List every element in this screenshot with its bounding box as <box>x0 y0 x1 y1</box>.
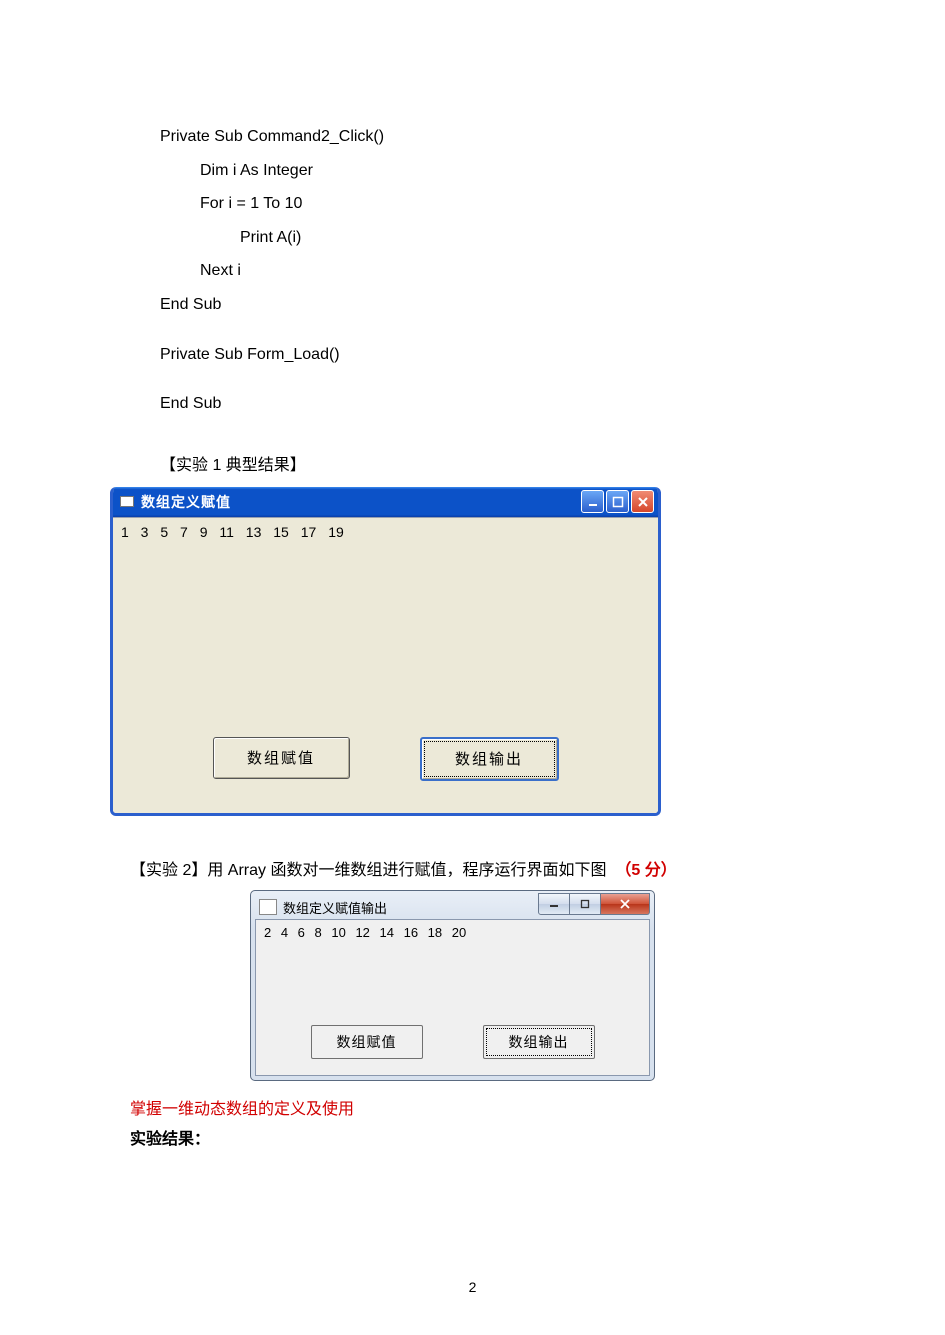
section-1-label: 【实验 1 典型结果】 <box>160 451 845 475</box>
window-title: 数组定义赋值输出 <box>283 898 538 917</box>
close-button[interactable] <box>601 893 650 915</box>
code-line: Next i <box>160 254 845 288</box>
caption-text: 【实验 2】用 Array 函数对一维数组进行赋值，程序运行界面如下图 <box>130 862 606 879</box>
output-text: 2 4 6 8 10 12 14 16 18 20 <box>264 925 466 940</box>
maximize-button[interactable] <box>570 893 601 915</box>
maximize-button[interactable] <box>606 490 629 513</box>
output-text: 1 3 5 7 9 11 13 15 17 19 <box>121 524 344 540</box>
code-line: Dim i As Integer <box>160 154 845 188</box>
experiment-2-caption: 【实验 2】用 Array 函数对一维数组进行赋值，程序运行界面如下图 （5 分… <box>130 856 845 880</box>
assign-button[interactable]: 数组赋值 <box>213 737 350 779</box>
xp-titlebar[interactable]: 数组定义赋值 <box>113 487 658 517</box>
button-label: 数组赋值 <box>247 747 315 768</box>
red-note: 掌握一维动态数组的定义及使用 <box>130 1095 845 1119</box>
button-label: 数组输出 <box>455 748 523 769</box>
app-icon <box>119 495 135 509</box>
result-label: 实验结果： <box>130 1125 845 1149</box>
code-line: End Sub <box>160 288 845 322</box>
code-line: Private Sub Command2_Click() <box>160 120 845 154</box>
window-7: 数组定义赋值输出 2 4 6 8 10 12 14 16 18 20 数组赋值 <box>250 890 655 1081</box>
code-block: Private Sub Command2_Click() Dim i As In… <box>160 120 845 421</box>
code-line: Print A(i) <box>160 221 845 255</box>
minimize-button[interactable] <box>538 893 570 915</box>
code-line: Private Sub Form_Load() <box>160 338 845 372</box>
xp-client-area: 1 3 5 7 9 11 13 15 17 19 数组赋值 数组输出 <box>113 517 658 813</box>
page-number: 2 <box>0 1279 945 1295</box>
output-button[interactable]: 数组输出 <box>420 737 559 781</box>
code-line: For i = 1 To 10 <box>160 187 845 221</box>
window-xp: 数组定义赋值 1 3 5 7 9 11 13 15 17 19 数组赋值 <box>110 487 661 816</box>
app-icon <box>259 899 277 915</box>
minimize-button[interactable] <box>581 490 604 513</box>
output-button[interactable]: 数组输出 <box>483 1025 595 1059</box>
code-line: End Sub <box>160 387 845 421</box>
w7-client-area: 2 4 6 8 10 12 14 16 18 20 数组赋值 数组输出 <box>255 919 650 1076</box>
score-text: （5 分） <box>615 862 676 879</box>
assign-button[interactable]: 数组赋值 <box>311 1025 423 1059</box>
button-label: 数组输出 <box>509 1032 569 1052</box>
close-button[interactable] <box>631 490 654 513</box>
window-title: 数组定义赋值 <box>141 492 575 512</box>
button-label: 数组赋值 <box>337 1032 397 1052</box>
w7-titlebar[interactable]: 数组定义赋值输出 <box>255 895 650 919</box>
